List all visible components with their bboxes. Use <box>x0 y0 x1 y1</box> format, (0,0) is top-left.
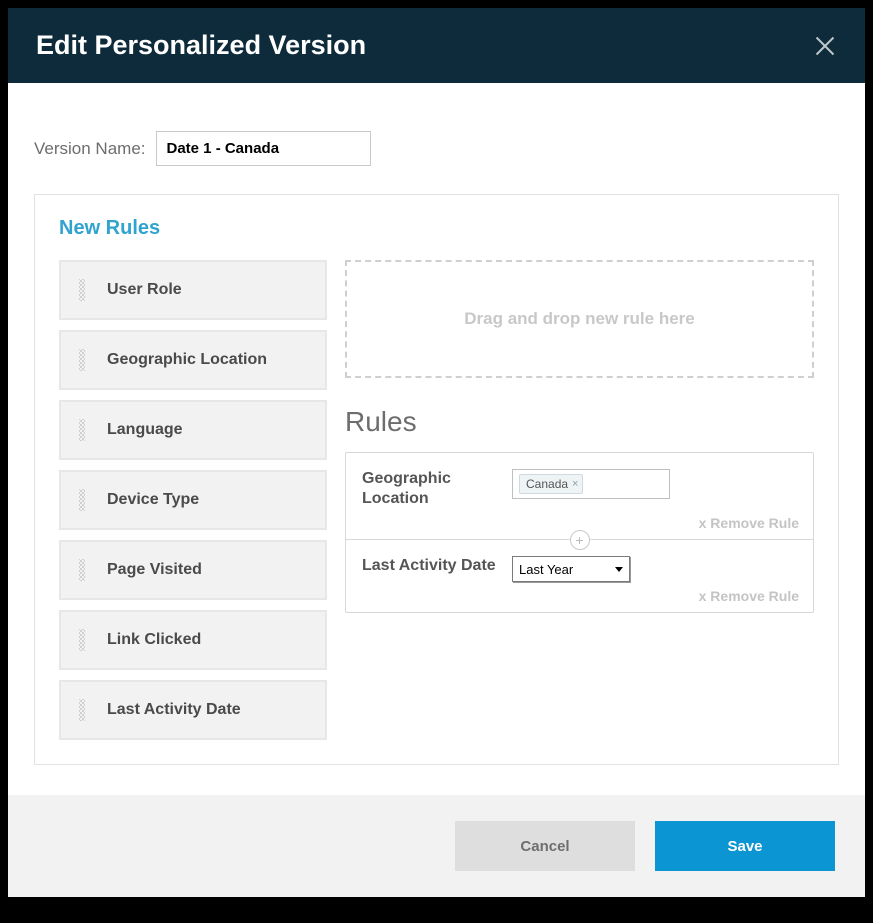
rule-chip-last-activity-date[interactable]: Last Activity Date <box>59 680 327 740</box>
chevron-down-icon <box>615 567 623 572</box>
tag-canada: Canada × <box>519 474 583 494</box>
rule-chip-label: Geographic Location <box>107 351 267 369</box>
new-rules-heading: New Rules <box>59 217 814 240</box>
rules-layout: User Role Geographic Location Language D… <box>59 260 814 740</box>
rule-chip-language[interactable]: Language <box>59 400 327 460</box>
rule-chip-label: Language <box>107 421 183 439</box>
applied-rule-name: Geographic Location <box>362 469 512 509</box>
rule-chip-label: Link Clicked <box>107 631 201 649</box>
modal-footer: Cancel Save <box>8 795 865 897</box>
rule-chip-user-role[interactable]: User Role <box>59 260 327 320</box>
geographic-location-taginput[interactable]: Canada × <box>512 469 670 499</box>
drag-handle-icon <box>79 279 85 301</box>
rule-chip-label: Page Visited <box>107 561 202 579</box>
available-rules-list: User Role Geographic Location Language D… <box>59 260 327 740</box>
tag-label: Canada <box>526 477 568 491</box>
rules-panel: New Rules User Role Geographic Location … <box>34 194 839 765</box>
drag-handle-icon <box>79 699 85 721</box>
modal-header: Edit Personalized Version <box>8 8 865 83</box>
rule-target: Drag and drop new rule here Rules Geogra… <box>345 260 814 740</box>
modal-body: Version Name: New Rules User Role Geogra… <box>8 83 865 795</box>
version-name-row: Version Name: <box>34 131 839 166</box>
modal-title: Edit Personalized Version <box>36 30 366 61</box>
rule-chip-label: User Role <box>107 281 182 299</box>
last-activity-date-select[interactable]: Last Year <box>512 556 630 582</box>
applied-rule-geographic-location: Geographic Location Canada × x Remove Ru… <box>346 453 813 539</box>
applied-rules-list: Geographic Location Canada × x Remove Ru… <box>345 452 814 613</box>
edit-personalized-version-modal: Edit Personalized Version Version Name: … <box>8 8 865 897</box>
dropzone-text: Drag and drop new rule here <box>464 309 695 329</box>
close-icon[interactable] <box>813 34 837 58</box>
rule-chip-page-visited[interactable]: Page Visited <box>59 540 327 600</box>
add-rule-joiner-icon[interactable]: + <box>570 530 590 550</box>
rule-chip-device-type[interactable]: Device Type <box>59 470 327 530</box>
applied-rules-heading: Rules <box>345 406 814 438</box>
rule-chip-label: Last Activity Date <box>107 701 241 719</box>
drag-handle-icon <box>79 349 85 371</box>
version-name-label: Version Name: <box>34 139 146 159</box>
drag-handle-icon <box>79 489 85 511</box>
version-name-input[interactable] <box>156 131 371 166</box>
select-value: Last Year <box>519 562 573 577</box>
rule-chip-label: Device Type <box>107 491 199 509</box>
remove-rule-link[interactable]: x Remove Rule <box>699 588 799 604</box>
rule-chip-geographic-location[interactable]: Geographic Location <box>59 330 327 390</box>
applied-rule-name: Last Activity Date <box>362 556 512 576</box>
rule-chip-link-clicked[interactable]: Link Clicked <box>59 610 327 670</box>
drag-handle-icon <box>79 559 85 581</box>
drag-handle-icon <box>79 419 85 441</box>
tag-remove-icon[interactable]: × <box>572 478 578 490</box>
remove-rule-link[interactable]: x Remove Rule <box>699 515 799 531</box>
cancel-button[interactable]: Cancel <box>455 821 635 871</box>
rule-dropzone[interactable]: Drag and drop new rule here <box>345 260 814 378</box>
save-button[interactable]: Save <box>655 821 835 871</box>
drag-handle-icon <box>79 629 85 651</box>
